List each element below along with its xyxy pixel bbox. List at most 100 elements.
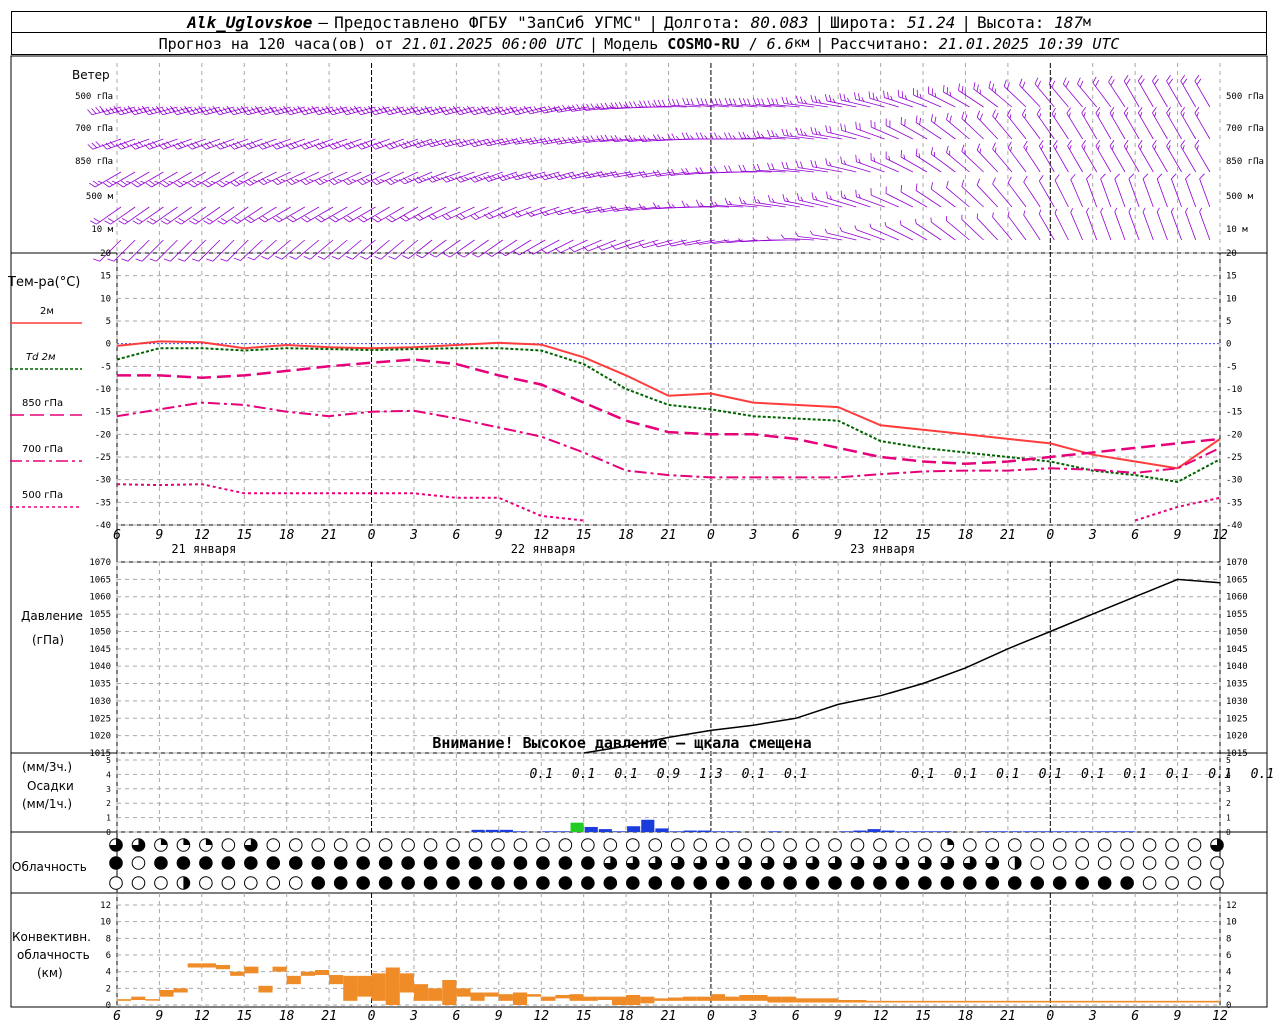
cloud-cover-icon [1210,876,1224,890]
barb-flag [901,91,904,99]
barb-flag [527,249,534,255]
barb-flag [742,164,747,172]
precip-3h-sum: 0.1 [1166,767,1189,782]
wind-barb-icon [1019,78,1041,108]
cloud-outline [131,856,146,870]
barb-shaft [615,239,645,250]
barb-shaft [110,206,136,225]
precip-bar [924,831,938,832]
cloud-cover-icon [244,876,258,890]
cloud-outline [221,838,236,852]
wind-barb-icon [469,171,503,183]
conv-ytick-left: 12 [100,901,111,911]
barb-flag [427,214,434,220]
barb-flag [1100,173,1106,180]
barb-flag [1108,75,1113,83]
barb-flag [699,167,704,174]
precip-bar [612,831,627,832]
barb-shaft [784,200,814,208]
barb-flag [946,180,949,188]
meteogram-chart: Внимание! Высокое давление – щкала смеще… [10,55,1274,1024]
barb-flag [800,161,803,169]
barb-flag [329,217,336,223]
temp-ytick-left: -30 [95,476,111,486]
conv-ytick-left: 10 [100,918,111,928]
barb-flag [1010,146,1013,152]
barb-shaft [532,239,560,255]
barb-flag [619,137,623,142]
barb-flag [1170,207,1174,213]
barb-shaft [1166,112,1182,140]
wind-barb-icon [342,138,376,150]
barb-flag [136,218,143,223]
barb-shaft [915,122,942,140]
barb-flag [1009,114,1012,119]
barb-flag [261,256,268,260]
wind-barb-icon [455,171,489,183]
wind-barb-icon [1070,173,1083,208]
barb-flag [1053,140,1058,147]
precip-bar [1093,831,1107,832]
wind-barb-icon [144,138,178,150]
barb-shaft [461,206,489,221]
cloud-full [491,876,505,890]
wind-level-label-right: 10 м [1226,225,1248,235]
convective-bar [1163,1000,1178,1003]
wind-barb-icon [1166,107,1182,140]
cloud-cover-icon [693,876,708,890]
cloud-cover-icon [1007,876,1022,890]
barb-flag [1086,207,1090,213]
barb-flag [331,256,339,260]
cloud-fill [160,838,168,845]
barb-flag [258,217,265,223]
wind-barb-icon [1023,210,1041,241]
precip-3h-sum: 0.1 [614,767,637,782]
barb-shaft [1007,182,1027,208]
cloud-cover-icon [1142,876,1157,890]
barb-flag [1137,75,1143,82]
barb-flag [175,220,182,225]
barb-shaft [1067,145,1083,173]
barb-flag [295,178,300,182]
barb-flag [1123,75,1129,82]
precip-ytick-left: 1 [106,814,111,823]
pressure-ytick-right: 1055 [1226,610,1248,620]
barb-flag [795,127,799,135]
convective-bar [1092,1000,1107,1003]
wind-barb-icon [101,138,136,150]
precip-ytick-right: 2 [1226,799,1231,808]
cloud-cover-icon [176,838,191,852]
barb-flag [810,126,814,134]
hour-tick-bottom: 12 [873,1009,889,1024]
barb-shaft [267,239,291,260]
cloud-cover-icon [1030,838,1045,852]
barb-flag [97,180,103,184]
barb-flag [696,97,700,105]
barb-flag [1083,112,1086,117]
temp-ytick-left: -15 [95,408,111,418]
temp-ytick-left: -25 [95,453,111,463]
cloud-cover-icon [805,856,820,870]
hour-tick-bottom: 9 [495,1009,503,1024]
cloud-outline [311,838,326,852]
barb-shaft [1142,178,1154,208]
cloud-full [581,856,595,870]
cloud-full [378,876,393,890]
barb-flag [747,98,751,106]
barb-shaft [277,171,306,186]
barb-flag [1154,78,1159,85]
wind-barb-icon [1034,77,1055,108]
cloud-cover-icon [940,876,955,890]
barb-shaft [1199,178,1211,208]
precip-bar [1079,831,1093,832]
cloud-outline [1165,876,1179,890]
cloud-fill [947,838,954,845]
barb-flag [478,176,483,180]
convective-bar [187,963,202,968]
barb-flag [825,125,828,133]
cloud-outline [266,838,281,852]
convective-bar [215,965,231,970]
barb-flag [1070,173,1076,180]
wind-barb-icon [1180,140,1197,173]
convective-bar [456,988,471,997]
